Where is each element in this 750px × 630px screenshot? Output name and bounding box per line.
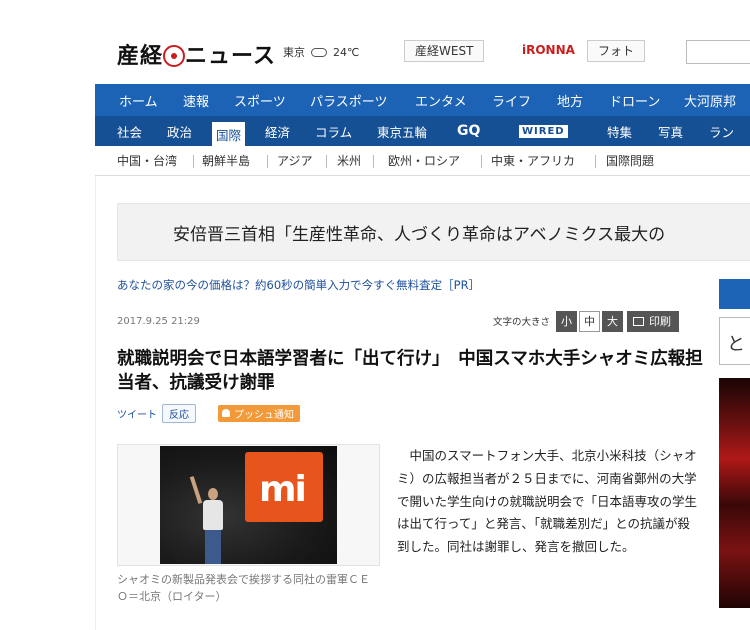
logo-text-news: ニュース	[185, 44, 276, 69]
reaction-button[interactable]: 反応	[162, 403, 196, 423]
weather-temp: 24℃	[333, 46, 360, 59]
article-body: 中国のスマートフォン大手、北京小米科技（シャオミ）の広報担当者が２５日までに、河…	[397, 448, 698, 555]
subnav-divider	[326, 155, 327, 168]
social-bar: ツイート 反応 プッシュ通知	[117, 403, 300, 423]
nav-wired[interactable]: WIRED	[519, 116, 568, 146]
link-photo[interactable]: フォト	[587, 40, 646, 62]
xiaomi-logo-text: mi	[259, 469, 307, 510]
nav-parasports[interactable]: パラスポーツ	[310, 84, 387, 116]
weather-city: 東京	[283, 46, 305, 59]
link-sankei-west[interactable]: 産経WEST	[404, 40, 485, 62]
push-notification-button[interactable]: プッシュ通知	[218, 404, 300, 422]
font-size-label: 文字の大きさ	[493, 317, 551, 328]
site-header: 産経 ニュース 東京 24℃ 産経WEST iRONNA フォト	[0, 0, 750, 84]
subnav-mideast-africa[interactable]: 中東・アフリカ	[491, 146, 575, 175]
printer-icon	[633, 316, 645, 326]
subnav-europe-russia[interactable]: 欧州・ロシア	[388, 146, 460, 175]
cloud-icon	[311, 48, 327, 57]
nav-features[interactable]: 特集	[607, 116, 632, 146]
photo-caption: シャオミの新製品発表会で挨拶する同社の雷軍ＣＥＯ＝北京（ロイター）	[117, 573, 370, 603]
article-date: 2017.9.25 21:29	[117, 316, 200, 327]
sidebar-header-fragment	[719, 279, 750, 309]
subnav-divider	[481, 155, 482, 168]
nav-ranking[interactable]: ラン	[709, 116, 734, 146]
nav-life[interactable]: ライフ	[492, 84, 531, 116]
weather-widget[interactable]: 東京 24℃	[283, 44, 359, 60]
article-photo[interactable]: mi	[160, 446, 337, 564]
nav-photos[interactable]: 写真	[658, 116, 683, 146]
headline-banner[interactable]: 安倍晋三首相「生産性革命、人づくり革命はアベノミクス最大の	[117, 203, 750, 261]
xiaomi-logo-board: mi	[245, 452, 323, 522]
tweet-button[interactable]: ツイート	[117, 406, 157, 421]
subnav-asia[interactable]: アジア	[277, 146, 313, 175]
nav-entertainment[interactable]: エンタメ	[415, 84, 467, 116]
wired-label: WIRED	[519, 124, 568, 138]
subnav-americas[interactable]: 米州	[337, 146, 361, 175]
logo-text-sankei: 産経	[117, 44, 164, 69]
subnav-divider	[267, 155, 268, 168]
site-logo[interactable]: 産経 ニュース	[117, 38, 276, 70]
primary-nav: ホーム 速報 スポーツ パラスポーツ エンタメ ライフ 地方 ドローン 大河原邦	[95, 84, 750, 116]
subnav-divider	[373, 155, 374, 168]
nav-home[interactable]: ホーム	[119, 84, 158, 116]
sidebar-image-fragment[interactable]	[719, 378, 750, 608]
nav-politics[interactable]: 政治	[167, 116, 192, 146]
speaker-figure	[189, 476, 226, 564]
font-size-control: 文字の大きさ 小 中 大 印刷	[493, 310, 680, 332]
subnav-divider	[193, 155, 194, 168]
subnav-intl-issues[interactable]: 国際問題	[606, 146, 654, 175]
sidebar-fragment-text: と	[727, 334, 745, 355]
nav-okawara[interactable]: 大河原邦	[684, 84, 736, 116]
sidebar-box-fragment[interactable]: と	[719, 317, 750, 365]
font-size-large-button[interactable]: 大	[602, 310, 624, 332]
sub-nav: 中国・台湾 朝鮮半島 アジア 米州 欧州・ロシア 中東・アフリカ 国際問題	[95, 146, 750, 176]
nav-gq[interactable]: GQ	[457, 116, 480, 146]
headline-banner-text: 安倍晋三首相「生産性革命、人づくり革命はアベノミクス最大の	[173, 225, 666, 245]
nav-column[interactable]: コラム	[315, 116, 352, 146]
nav-sports[interactable]: スポーツ	[234, 84, 286, 116]
nav-society[interactable]: 社会	[117, 116, 142, 146]
nav-tokyo2020[interactable]: 東京五輪	[377, 116, 427, 146]
nav-economy[interactable]: 経済	[265, 116, 290, 146]
link-ironna[interactable]: iRONNA	[512, 40, 585, 62]
push-label: プッシュ通知	[234, 409, 294, 421]
search-input[interactable]	[686, 40, 750, 64]
logo-mark-icon	[163, 45, 186, 67]
content-divider	[95, 176, 96, 630]
font-size-small-button[interactable]: 小	[556, 310, 578, 332]
subnav-divider	[595, 155, 596, 168]
print-label: 印刷	[649, 315, 672, 328]
secondary-nav: 社会 政治 国際 経済 コラム 東京五輪 GQ WIRED 特集 写真 ラン	[95, 116, 750, 146]
print-button[interactable]: 印刷	[627, 310, 680, 332]
nav-local[interactable]: 地方	[557, 84, 583, 116]
nav-international[interactable]: 国際	[212, 122, 246, 146]
font-size-medium-button[interactable]: 中	[579, 310, 601, 332]
nav-drone[interactable]: ドローン	[609, 84, 660, 116]
article-title: 就職説明会で日本語学習者に「出て行け」 中国スマホ大手シャオミ広報担当者、抗議受…	[117, 349, 703, 393]
bell-icon	[222, 409, 230, 417]
subnav-korea[interactable]: 朝鮮半島	[202, 146, 250, 175]
pr-ad-link[interactable]: あなたの家の今の価格は？約60秒の簡単入力で今すぐ無料査定［PR］	[117, 277, 480, 293]
subnav-china-taiwan[interactable]: 中国・台湾	[117, 146, 177, 175]
nav-breaking[interactable]: 速報	[183, 84, 209, 116]
